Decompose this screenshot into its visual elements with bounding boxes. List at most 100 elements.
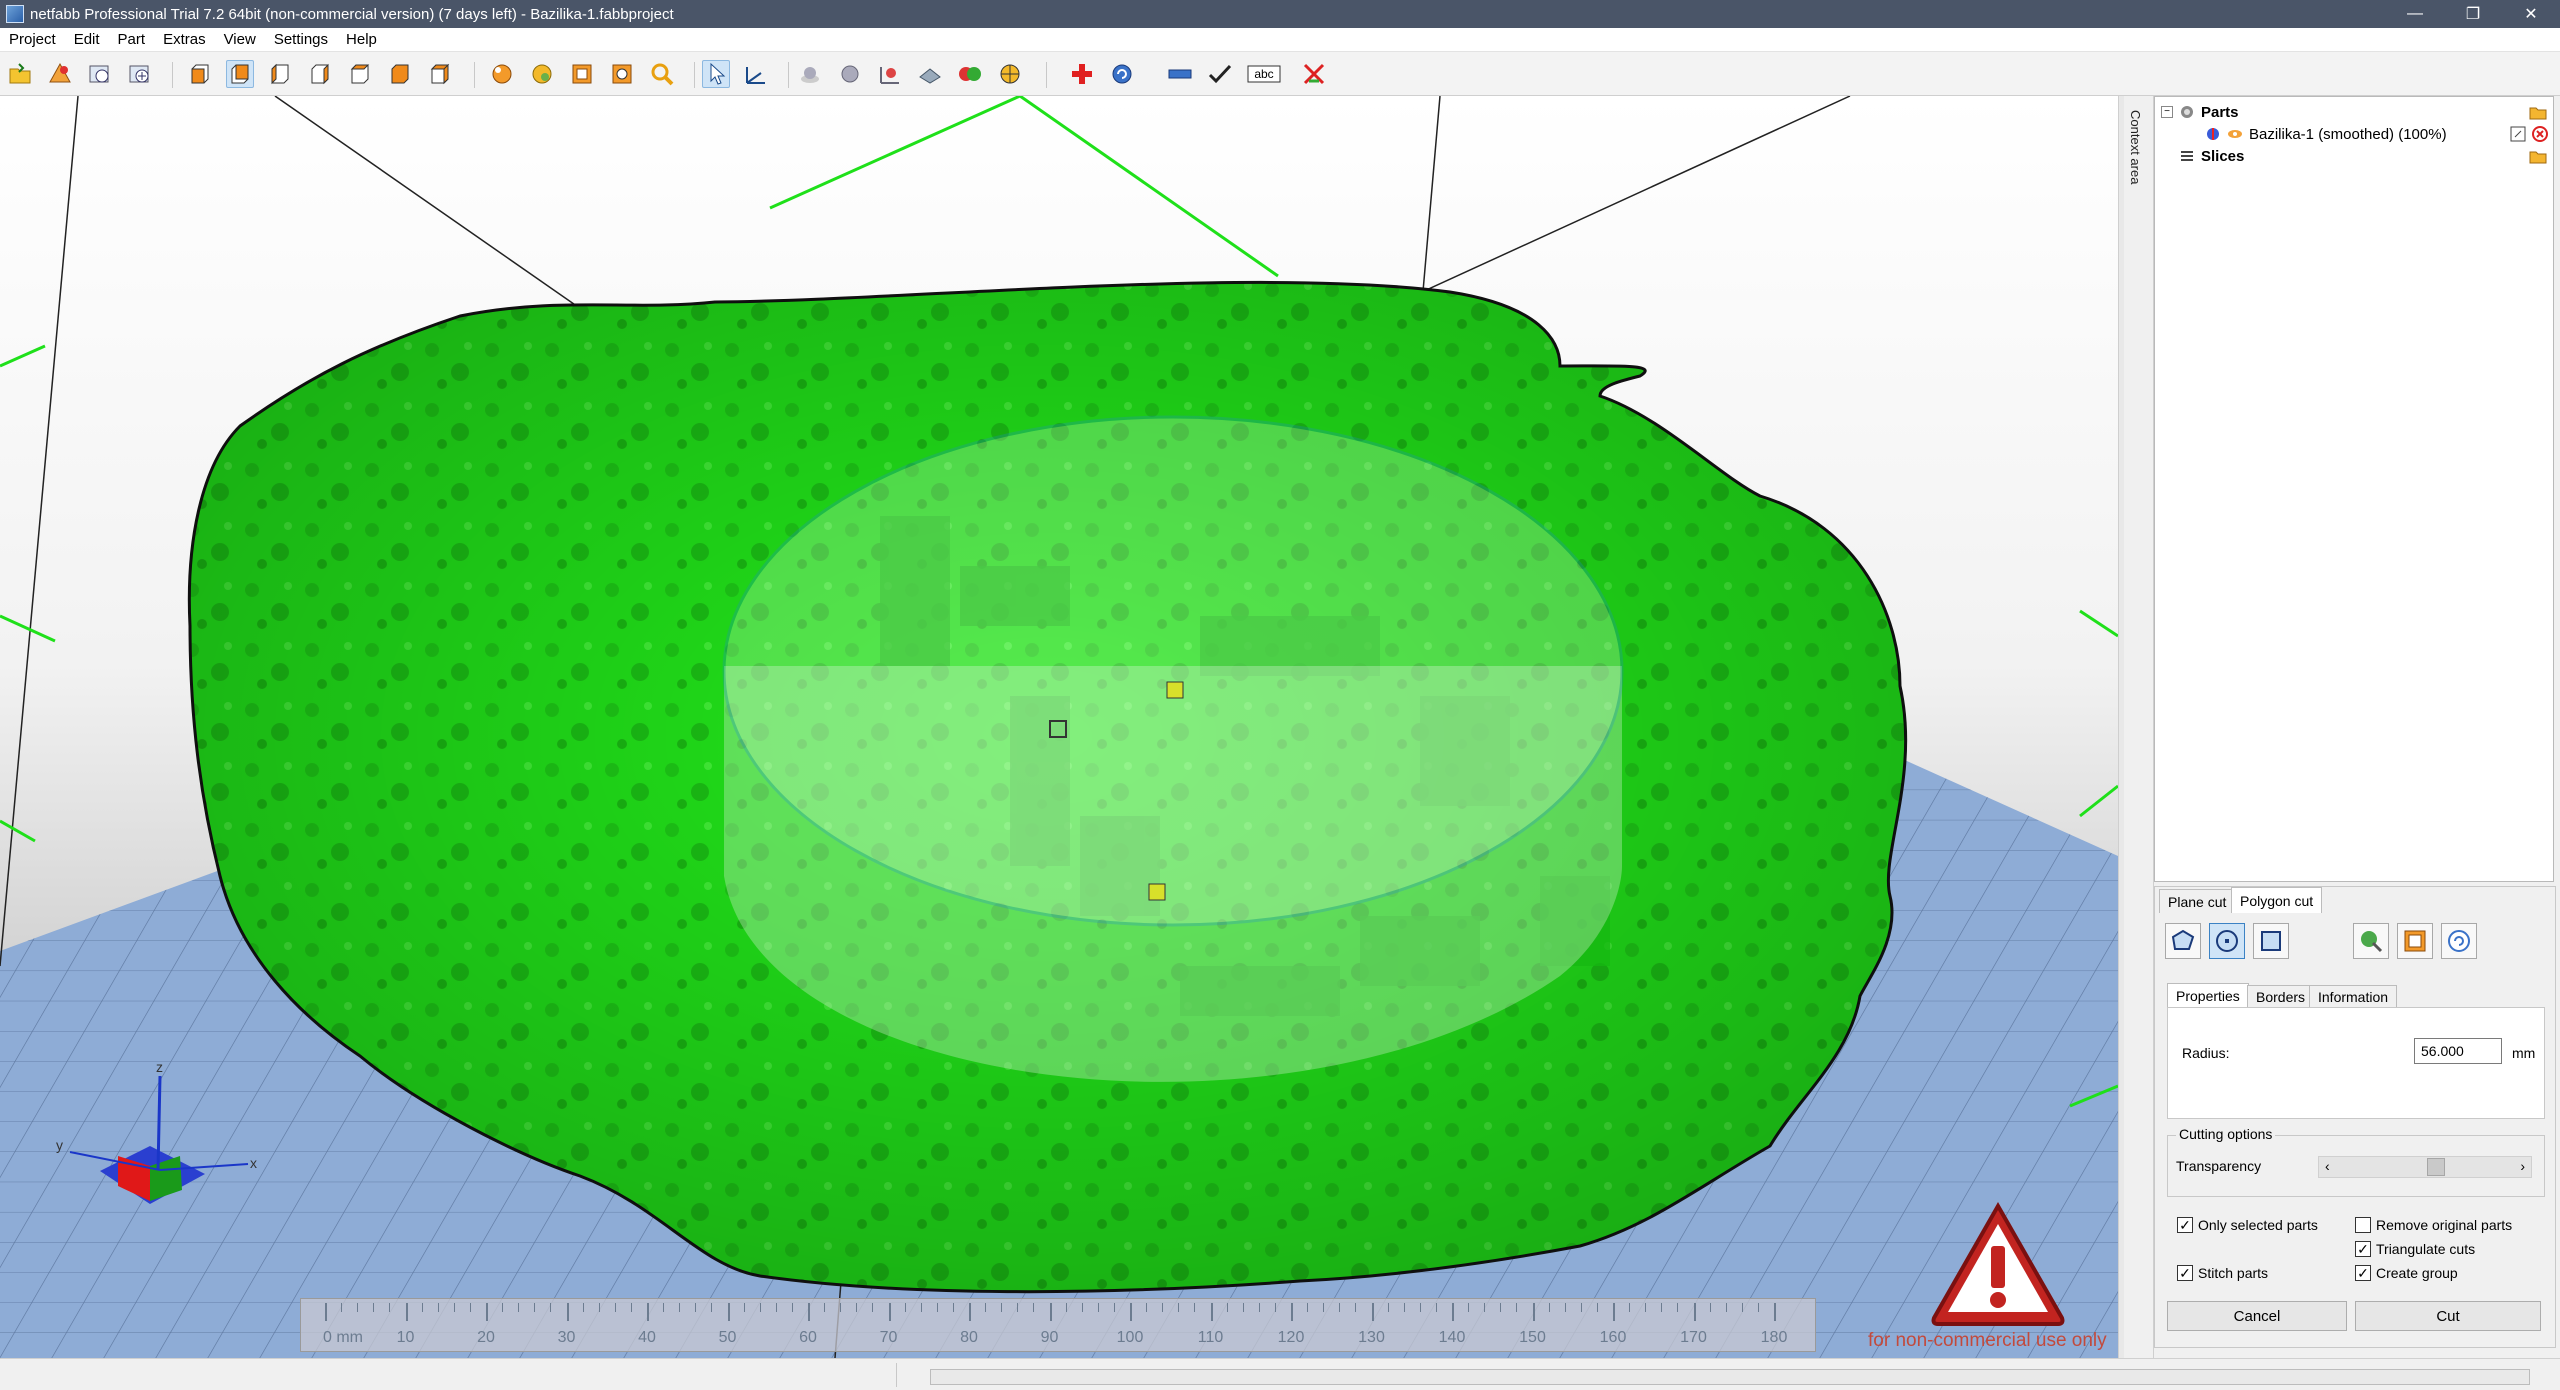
slices-icon (2181, 151, 2193, 161)
zoom-all-icon[interactable] (488, 60, 516, 88)
slider-left-arrow[interactable]: ‹ (2325, 1158, 2330, 1174)
select-tool-icon[interactable] (702, 60, 730, 88)
ruler-minor-tick (1516, 1303, 1518, 1312)
circle-shape-button[interactable] (2209, 923, 2245, 959)
reset-view-button[interactable] (2441, 923, 2477, 959)
tab-polygon-cut[interactable]: Polygon cut (2231, 887, 2323, 913)
ruler-label: 40 (638, 1329, 656, 1346)
add-slice-folder-icon[interactable] (2529, 147, 2547, 165)
stitch-parts-checkbox[interactable]: ✓ Stitch parts (2177, 1265, 2268, 1281)
remove-original-parts-box[interactable] (2355, 1217, 2371, 1233)
magnifier-icon[interactable] (608, 60, 636, 88)
section-icon[interactable] (996, 60, 1024, 88)
cut-handle-top[interactable] (1166, 681, 1184, 699)
ruler-minor-tick (1162, 1303, 1164, 1312)
ruler-label: 30 (557, 1329, 576, 1346)
view-bottom-icon[interactable] (386, 60, 414, 88)
create-group-box[interactable]: ✓ (2355, 1265, 2371, 1281)
view-top-icon[interactable] (346, 60, 374, 88)
create-group-checkbox[interactable]: ✓ Create group (2355, 1265, 2458, 1281)
checkmark-icon[interactable] (1206, 60, 1234, 88)
rectangle-shape-button[interactable] (2253, 923, 2289, 959)
stitch-parts-box[interactable]: ✓ (2177, 1265, 2193, 1281)
view-front-icon[interactable] (186, 60, 214, 88)
ruler-minor-tick (952, 1303, 954, 1312)
polygon-shape-button[interactable] (2165, 923, 2201, 959)
add-part-2-icon[interactable] (126, 60, 154, 88)
zoom-icon[interactable] (648, 60, 676, 88)
measure-dimension-icon[interactable] (876, 60, 904, 88)
menu-extras[interactable]: Extras (154, 31, 215, 48)
tab-properties[interactable]: Properties (2167, 983, 2249, 1007)
ruler-icon[interactable] (1166, 60, 1194, 88)
menu-settings[interactable]: Settings (265, 31, 337, 48)
scene-canvas[interactable]: z x y (0, 96, 2118, 1358)
label-abc-icon[interactable]: abc (1246, 60, 1282, 88)
tab-plane-cut[interactable]: Plane cut (2159, 889, 2236, 913)
menu-edit[interactable]: Edit (65, 31, 109, 48)
parts-icon (2181, 106, 2193, 118)
cut-handle-bottom[interactable] (1148, 883, 1166, 901)
cutting-options-group: Cutting options Transparency ‹ › (2167, 1126, 2545, 1197)
minimize-button[interactable]: — (2390, 0, 2440, 28)
tab-information[interactable]: Information (2309, 985, 2398, 1007)
zoom-selection-icon[interactable] (528, 60, 556, 88)
ruler-minor-tick (1484, 1303, 1486, 1312)
measure-sphere-icon[interactable] (836, 60, 864, 88)
ruler-minor-tick (663, 1303, 665, 1312)
menu-help[interactable]: Help (337, 31, 386, 48)
cancel-button[interactable]: Cancel (2167, 1301, 2347, 1331)
remove-part-icon[interactable] (2531, 125, 2549, 143)
eye-icon[interactable] (2227, 126, 2243, 142)
tree-parts-label: Parts (2201, 103, 2239, 121)
3d-viewport[interactable]: z x y 0 mm 10 20 30 40 50 60 70 80 90 100 110 120 130… (0, 96, 2118, 1358)
tree-parts-row[interactable]: − Parts (2161, 101, 2239, 123)
maximize-button[interactable]: ❐ (2448, 0, 2498, 28)
rotate-icon[interactable] (1108, 60, 1136, 88)
part-properties-icon[interactable] (2509, 125, 2527, 143)
ruler-minor-tick (1274, 1303, 1276, 1312)
close-button[interactable]: ✕ (2506, 0, 2556, 28)
tree-part-item[interactable]: Bazilika-1 (smoothed) (100%) (2205, 123, 2447, 145)
context-area-tab[interactable]: Context area (2124, 96, 2154, 1358)
transparency-slider[interactable]: ‹ › (2318, 1156, 2532, 1178)
add-part-icon[interactable] (46, 60, 74, 88)
no-printing-icon[interactable] (1300, 60, 1328, 88)
add-part-folder-icon[interactable] (2529, 103, 2547, 121)
menu-project[interactable]: Project (0, 31, 65, 48)
transparency-slider-thumb[interactable] (2427, 1158, 2445, 1176)
repair-icon[interactable] (86, 60, 114, 88)
ruler-label: 160 (1599, 1329, 1627, 1346)
ruler-minor-tick (985, 1303, 987, 1312)
view-3d-icon[interactable] (426, 60, 454, 88)
box-select-button[interactable] (2397, 923, 2433, 959)
tree-slices-row[interactable]: Slices (2179, 145, 2244, 167)
ruler-tick (808, 1303, 810, 1321)
menu-part[interactable]: Part (109, 31, 155, 48)
repair-cross-icon[interactable] (1068, 60, 1096, 88)
slider-right-arrow[interactable]: › (2520, 1158, 2525, 1174)
open-project-icon[interactable] (6, 60, 34, 88)
menu-view[interactable]: View (215, 31, 265, 48)
view-back-icon[interactable] (226, 60, 254, 88)
plane-icon[interactable] (916, 60, 944, 88)
move-tool-icon[interactable] (742, 60, 770, 88)
triangulate-cuts-box[interactable]: ✓ (2355, 1241, 2371, 1257)
status-bar (0, 1358, 2560, 1390)
cut-button[interactable]: Cut (2355, 1301, 2541, 1331)
radius-input[interactable] (2414, 1038, 2502, 1064)
measure-point-icon[interactable] (796, 60, 824, 88)
cut-cylinder[interactable] (722, 415, 1624, 1082)
ruler-minor-tick (1242, 1303, 1244, 1312)
remove-original-parts-checkbox[interactable]: Remove original parts (2355, 1217, 2512, 1233)
only-selected-parts-box[interactable]: ✓ (2177, 1217, 2193, 1233)
paint-select-button[interactable] (2353, 923, 2389, 959)
triangulate-cuts-checkbox[interactable]: ✓ Triangulate cuts (2355, 1241, 2475, 1257)
zoom-part-icon[interactable] (568, 60, 596, 88)
view-right-icon[interactable] (306, 60, 334, 88)
view-left-icon[interactable] (266, 60, 294, 88)
only-selected-parts-checkbox[interactable]: ✓ Only selected parts (2177, 1217, 2318, 1233)
tab-borders[interactable]: Borders (2247, 985, 2315, 1007)
ruler-minor-tick (1725, 1303, 1727, 1312)
boolean-icon[interactable] (956, 60, 984, 88)
